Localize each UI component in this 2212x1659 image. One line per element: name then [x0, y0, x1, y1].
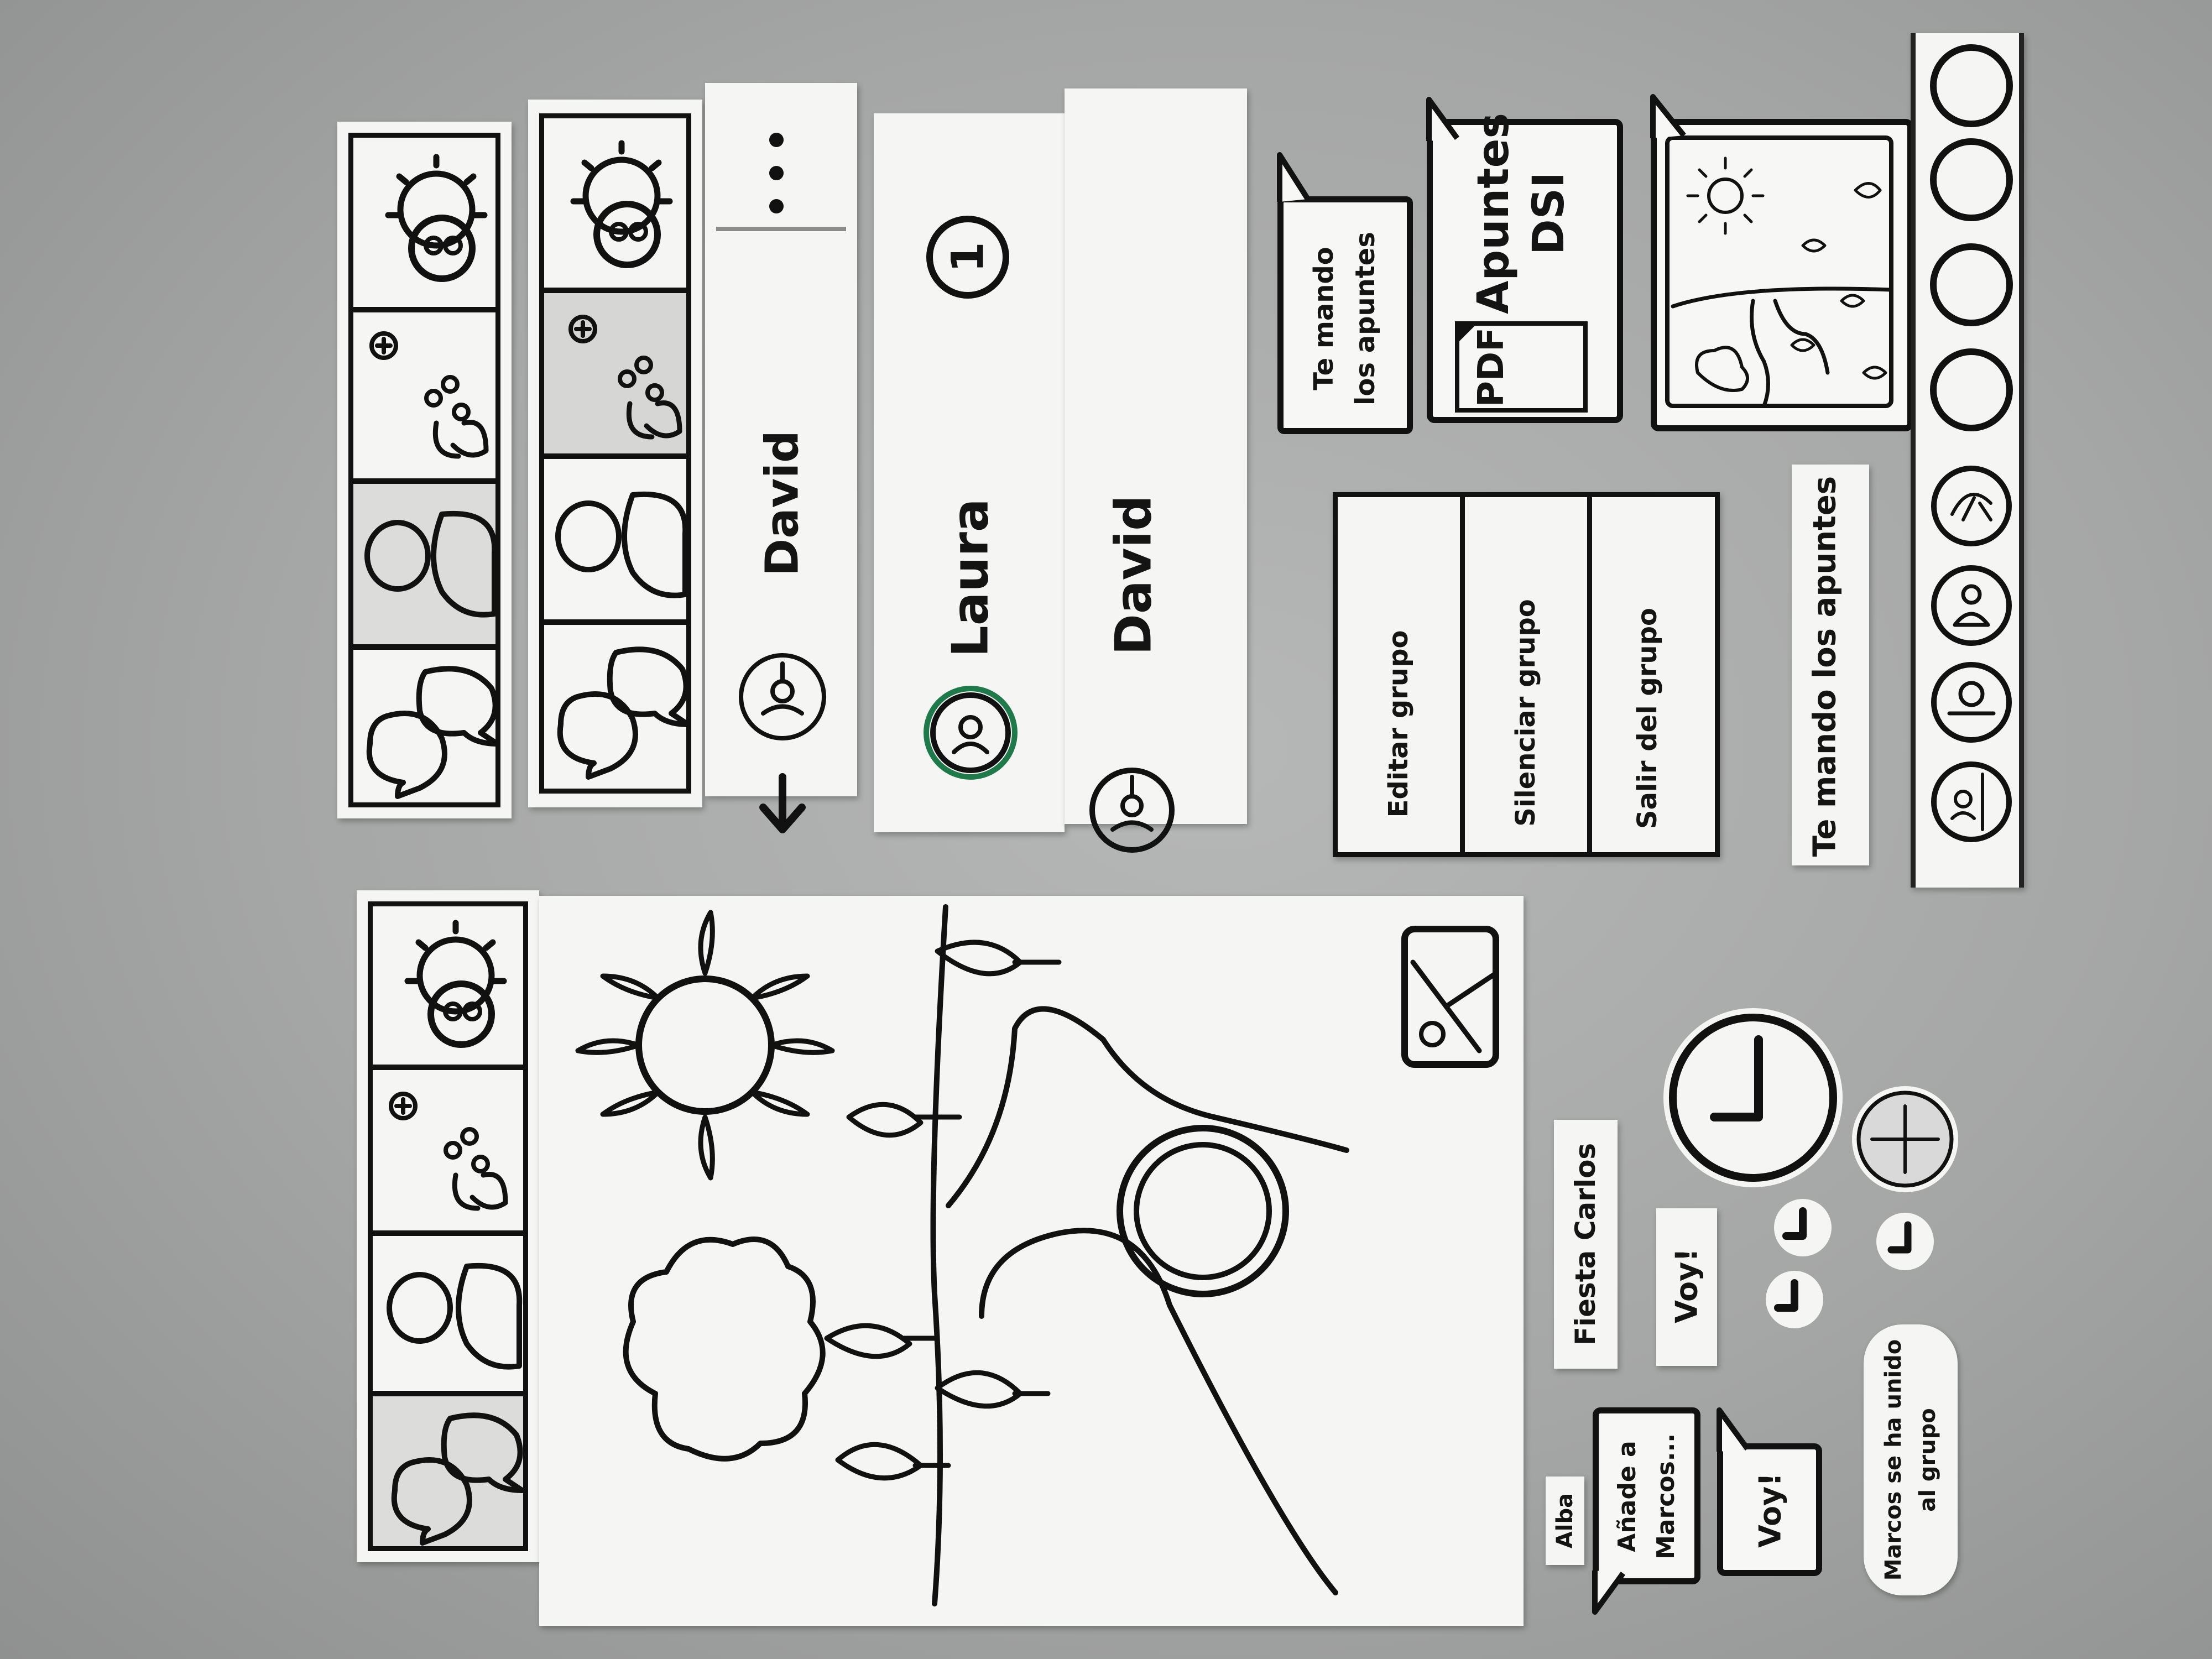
message-bubble-image: [1651, 119, 1913, 431]
add-button-icon[interactable]: [1850, 1084, 1960, 1194]
chat-bubbles-icon: [557, 646, 691, 780]
nav-cell-chats[interactable]: [539, 622, 691, 794]
contacts-icon: [364, 510, 498, 618]
avatar-person-icon[interactable]: [1930, 564, 2013, 647]
image-thumbnail: [1665, 135, 1893, 408]
bubble-tail: [1426, 97, 1460, 141]
avatar-slot[interactable]: [1930, 138, 2013, 221]
check-icon: [1876, 1213, 1934, 1270]
sender-name-tag: Alba: [1546, 1477, 1584, 1565]
avatar-slot[interactable]: [1930, 243, 2013, 326]
bubble-tail: [1650, 94, 1686, 138]
settings-profile-icon: [570, 140, 673, 268]
settings-profile-icon: [404, 920, 507, 1048]
nav-cell-contacts[interactable]: [348, 481, 500, 647]
chat-name-david: David: [1104, 495, 1163, 655]
nav-cell-contacts[interactable]: [539, 456, 691, 622]
message-bubble-file: Apuntes DSI PDF: [1427, 113, 1623, 423]
nav-cell-chats[interactable]: [368, 1394, 528, 1551]
chat-bubbles-icon: [366, 666, 500, 799]
bubble-tail: [1277, 152, 1311, 202]
nav-cell-contacts[interactable]: [368, 1233, 528, 1394]
message-bubble-reply: Voy!: [1717, 1443, 1822, 1576]
back-arrow-icon[interactable]: [749, 773, 816, 838]
system-message: Marcos se ha unido al grupo: [1864, 1324, 1958, 1595]
file-title: Apuntes DSI: [1469, 113, 1574, 314]
unread-badge: 1: [926, 216, 1009, 299]
message-bubble-text: Te mando los apuntes: [1277, 196, 1413, 434]
chat-list-item-david[interactable]: David: [1065, 88, 1247, 853]
chat-name-laura: Laura: [941, 498, 1000, 658]
add-group-icon: [568, 315, 682, 440]
nav-cell-add-group[interactable]: [368, 1067, 528, 1233]
check-icon: [1766, 1271, 1823, 1328]
group-background-sheet: [539, 896, 1524, 1626]
add-group-icon: [389, 1092, 508, 1211]
group-options-menu: Editar grupo Silenciar grupo Salir del g…: [1333, 492, 1720, 857]
bubble-tail: [1717, 1407, 1750, 1452]
chat-header-name: David: [756, 430, 809, 576]
last-message-preview: Te mando los apuntes: [1792, 465, 1869, 865]
pdf-file-icon: PDF: [1455, 321, 1588, 413]
add-group-icon: [369, 331, 489, 459]
nav-strip-3: [357, 890, 539, 1562]
avatar-strip: [1911, 33, 2024, 888]
contacts-icon: [555, 491, 688, 598]
avatar-group-icon[interactable]: [1930, 661, 2013, 744]
more-options-icon[interactable]: [760, 133, 794, 216]
landscape-drawing: [575, 904, 1499, 1606]
nav-cell-settings[interactable]: [539, 113, 691, 290]
contact-avatar-icon: [739, 653, 826, 740]
check-icon: [1774, 1199, 1832, 1256]
chat-list-item-laura[interactable]: 1 Laura: [874, 113, 1065, 832]
settings-profile-icon: [385, 154, 488, 282]
david-avatar-icon: [1089, 768, 1175, 853]
nav-cell-add-group[interactable]: [348, 310, 500, 481]
nav-strip-2: [528, 100, 702, 807]
event-title: Fiesta Carlos: [1554, 1120, 1618, 1369]
chat-bubbles-icon: [391, 1412, 525, 1546]
avatar-tree-icon[interactable]: [1930, 465, 2013, 547]
nav-strip-1: [337, 122, 512, 818]
menu-item-leave[interactable]: Salir del grupo: [1592, 497, 1715, 852]
nav-cell-chats[interactable]: [348, 647, 500, 807]
change-background-button[interactable]: [1402, 926, 1499, 1067]
event-reply-label: Voy!: [1656, 1208, 1717, 1366]
nav-cell-settings[interactable]: [348, 133, 500, 310]
avatar-slot[interactable]: [1930, 348, 2013, 431]
menu-item-mute[interactable]: Silenciar grupo: [1465, 497, 1592, 852]
message-bubble-add: Añade a Marcos...: [1593, 1407, 1700, 1584]
nav-cell-add-group[interactable]: [539, 290, 691, 456]
contacts-icon: [387, 1262, 523, 1370]
nav-cell-settings[interactable]: [368, 901, 528, 1067]
chat-header-strip: David: [705, 83, 857, 833]
bubble-tail: [1592, 1571, 1626, 1615]
laura-avatar-icon: [924, 686, 1018, 780]
avatar-slot[interactable]: [1930, 44, 2013, 127]
menu-item-edit[interactable]: Editar grupo: [1338, 497, 1465, 852]
avatar-flower-icon[interactable]: [1930, 760, 2013, 843]
clock-icon[interactable]: [1662, 1006, 1850, 1194]
